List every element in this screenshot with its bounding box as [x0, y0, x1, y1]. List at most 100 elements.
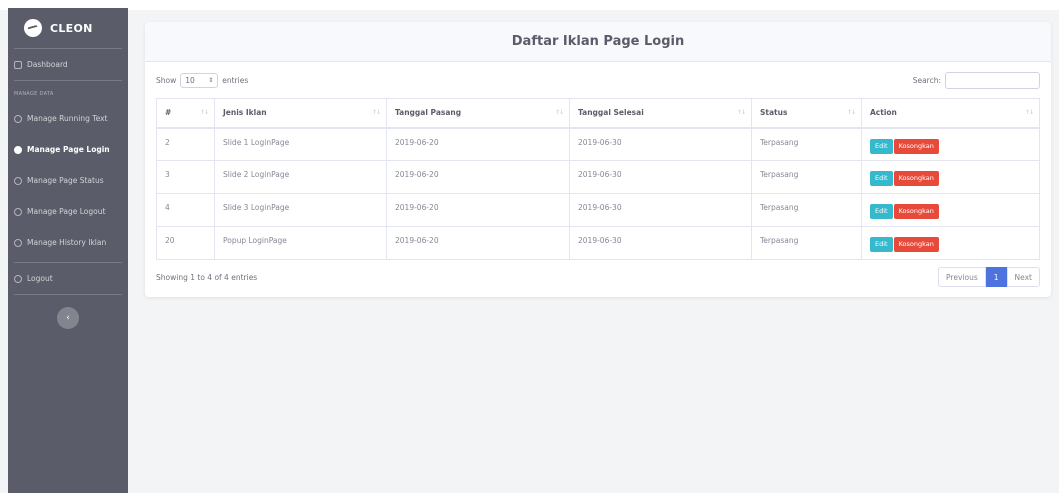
edit-button[interactable]: Edit: [870, 138, 893, 154]
brand-name: CLEON: [50, 21, 93, 35]
search-input[interactable]: [945, 71, 1040, 89]
sidebar: CLEON Dashboard MANAGE DATA Manage Runni…: [8, 8, 128, 493]
sidebar-item-label: Manage History Iklan: [27, 238, 107, 247]
top-strip: [0, 0, 1059, 10]
sort-icon: ↑↓: [554, 109, 564, 116]
search-control: Search:: [912, 71, 1040, 89]
column-label: #: [165, 108, 172, 118]
cell-status: Terpasang: [751, 226, 862, 260]
cell-tanggal-selesai: 2019-06-30: [569, 226, 752, 260]
page-length-value: 10: [185, 75, 195, 85]
table-footer: Showing 1 to 4 of 4 entries Previous 1 N…: [156, 260, 1040, 294]
chevron-left-icon: ‹: [66, 313, 70, 323]
page-length-control: Show 10 ⇕ entries: [156, 72, 249, 88]
search-label: Search:: [912, 75, 941, 85]
cell-status: Terpasang: [751, 193, 862, 227]
column-header-tanggal-pasang[interactable]: Tanggal Pasang ↑↓: [386, 98, 570, 129]
cell-tanggal-selesai: 2019-06-30: [569, 160, 752, 194]
cell-tanggal-pasang: 2019-06-20: [386, 127, 570, 161]
cell-action: Edit Kosongkan: [861, 160, 1040, 194]
sidebar-item-label: Manage Page Login: [27, 145, 110, 154]
cell-tanggal-pasang: 2019-06-20: [386, 193, 570, 227]
page-title: Daftar Iklan Page Login: [511, 34, 685, 49]
cell-tanggal-selesai: 2019-06-30: [569, 127, 752, 161]
page-1-button[interactable]: 1: [985, 267, 1007, 287]
sidebar-section-heading: MANAGE DATA: [14, 91, 54, 97]
column-label: Tanggal Selesai: [578, 108, 644, 118]
cell-tanggal-selesai: 2019-06-30: [569, 193, 752, 227]
column-label: Status: [760, 108, 788, 118]
cell-jenis: Slide 3 LoginPage: [214, 193, 387, 227]
cell-number: 2: [156, 127, 215, 161]
card-body: Show 10 ⇕ entries Search: # ↑↓ Jenis Ikla…: [145, 62, 1051, 294]
sidebar-toggle-button[interactable]: ‹: [57, 307, 79, 329]
brand[interactable]: CLEON: [8, 8, 128, 48]
table-row: 2 Slide 1 LoginPage 2019-06-20 2019-06-3…: [156, 127, 1040, 161]
gear-icon: [14, 114, 22, 123]
table-row: 4 Slide 3 LoginPage 2019-06-20 2019-06-3…: [156, 193, 1040, 227]
cell-action: Edit Kosongkan: [861, 193, 1040, 227]
sort-icon: ↑↓: [846, 109, 856, 116]
kosongkan-button[interactable]: Kosongkan: [893, 138, 939, 154]
sidebar-item-logout[interactable]: Logout: [8, 263, 128, 294]
kosongkan-button[interactable]: Kosongkan: [893, 237, 939, 252]
ads-table: # ↑↓ Jenis Iklan ↑↓ Tanggal Pasang ↑↓ Tangg…: [156, 98, 1040, 260]
ads-card: Daftar Iklan Page Login Show 10 ⇕ entrie…: [145, 22, 1051, 297]
kosongkan-button[interactable]: Kosongkan: [893, 171, 939, 186]
smile-logo-icon: [24, 19, 42, 37]
sort-icon: ↑↓: [1024, 109, 1034, 116]
sidebar-item-page-login[interactable]: Manage Page Login: [8, 134, 128, 165]
cell-number: 3: [156, 160, 215, 194]
sidebar-divider: [14, 294, 122, 295]
cell-jenis: Popup LoginPage: [214, 226, 387, 260]
cell-tanggal-pasang: 2019-06-20: [386, 160, 570, 194]
cell-status: Terpasang: [751, 127, 862, 161]
gear-icon: [14, 238, 22, 247]
tachometer-icon: [14, 60, 22, 69]
cell-number: 4: [156, 193, 215, 227]
gear-icon: [14, 176, 22, 185]
column-header-number[interactable]: # ↑↓: [156, 98, 215, 129]
gear-icon: [14, 145, 22, 154]
cell-action: Edit Kosongkan: [861, 226, 1040, 260]
sort-icon: ↑↓: [371, 109, 381, 116]
page-length-select[interactable]: 10 ⇕: [180, 72, 219, 88]
sidebar-item-label: Logout: [27, 274, 53, 283]
column-header-jenis[interactable]: Jenis Iklan ↑↓: [214, 98, 387, 129]
sidebar-item-dashboard[interactable]: Dashboard: [8, 49, 128, 80]
entries-label: entries: [222, 75, 249, 85]
column-header-action[interactable]: Action ↑↓: [861, 98, 1040, 129]
sort-icon: ↑↓: [199, 109, 209, 116]
column-header-tanggal-selesai[interactable]: Tanggal Selesai ↑↓: [569, 98, 752, 129]
sidebar-item-label: Manage Page Logout: [27, 207, 106, 216]
column-label: Jenis Iklan: [223, 108, 267, 118]
sidebar-item-page-logout[interactable]: Manage Page Logout: [8, 196, 128, 227]
table-row: 20 Popup LoginPage 2019-06-20 2019-06-30…: [156, 226, 1040, 260]
column-label: Tanggal Pasang: [395, 108, 462, 118]
sidebar-item-page-status[interactable]: Manage Page Status: [8, 165, 128, 196]
sidebar-item-running-text[interactable]: Manage Running Text: [8, 103, 128, 134]
sidebar-item-label: Manage Running Text: [27, 114, 108, 123]
sidebar-item-label: Dashboard: [27, 60, 68, 69]
kosongkan-button[interactable]: Kosongkan: [893, 204, 939, 219]
sidebar-item-label: Manage Page Status: [27, 176, 104, 185]
edit-button[interactable]: Edit: [870, 171, 893, 186]
cell-action: Edit Kosongkan: [861, 127, 1040, 161]
column-header-status[interactable]: Status ↑↓: [751, 98, 862, 129]
gear-icon: [14, 274, 22, 283]
cell-jenis: Slide 1 LoginPage: [214, 127, 387, 161]
sidebar-item-history-iklan[interactable]: Manage History Iklan: [8, 227, 128, 258]
table-info: Showing 1 to 4 of 4 entries: [156, 272, 258, 282]
edit-button[interactable]: Edit: [870, 237, 893, 252]
edit-button[interactable]: Edit: [870, 204, 893, 219]
previous-page-button[interactable]: Previous: [938, 267, 986, 287]
table-row: 3 Slide 2 LoginPage 2019-06-20 2019-06-3…: [156, 160, 1040, 194]
next-page-button[interactable]: Next: [1006, 267, 1040, 287]
sort-updown-icon: ⇕: [208, 76, 214, 84]
table-header-row: # ↑↓ Jenis Iklan ↑↓ Tanggal Pasang ↑↓ Tangg…: [156, 98, 1040, 129]
cell-jenis: Slide 2 LoginPage: [214, 160, 387, 194]
show-label: Show: [156, 75, 177, 85]
sort-icon: ↑↓: [736, 109, 746, 116]
gear-icon: [14, 207, 22, 216]
cell-tanggal-pasang: 2019-06-20: [386, 226, 570, 260]
